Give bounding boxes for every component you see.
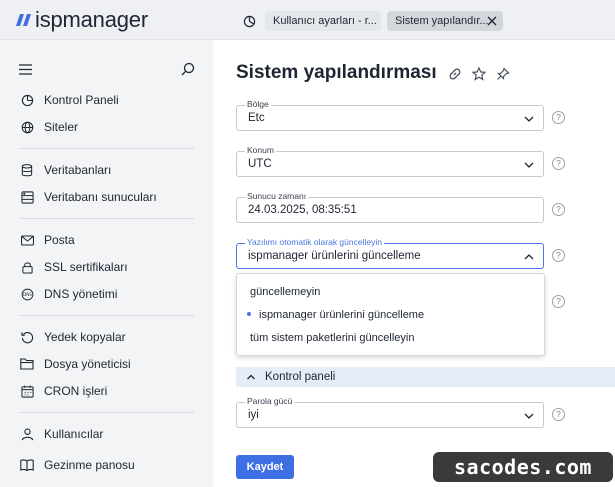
- watermark: sacodes.com: [433, 452, 613, 482]
- search-icon[interactable]: [181, 62, 195, 76]
- sidebar-item-cron[interactable]: CRON işleri: [20, 380, 200, 402]
- dns-icon: DNS: [20, 287, 34, 301]
- help-icon[interactable]: ?: [552, 408, 565, 421]
- field-label: Sunucu zamanı: [245, 191, 309, 202]
- help-icon[interactable]: ?: [552, 249, 565, 262]
- option-label: ispmanager ürünlerini güncelleme: [259, 309, 425, 321]
- title-actions: [447, 66, 511, 82]
- section-control-panel[interactable]: Kontrol paneli: [236, 367, 615, 387]
- hamburger-menu-icon[interactable]: [19, 64, 32, 75]
- sidebar-item-file-manager[interactable]: Dosya yöneticisi: [20, 353, 200, 375]
- help-icon[interactable]: ?: [552, 111, 565, 124]
- dropdown-option[interactable]: tüm sistem paketlerini güncelleyin: [250, 332, 414, 344]
- section-title: Kontrol paneli: [265, 371, 336, 383]
- sidebar-item-sites[interactable]: Siteler: [20, 116, 200, 138]
- field-value: 24.03.2025, 08:35:51: [248, 204, 357, 216]
- field-value: UTC: [248, 158, 272, 170]
- sidebar-item-label: Kontrol Paneli: [44, 93, 119, 107]
- sidebar-item-label: Kullanıcılar: [44, 427, 104, 441]
- dropdown-option[interactable]: güncellemeyin: [250, 286, 320, 298]
- help-icon[interactable]: ?: [552, 203, 565, 216]
- pin-icon[interactable]: [495, 66, 511, 82]
- dropdown-option-selected[interactable]: ispmanager ürünlerini güncelleme: [247, 309, 424, 321]
- sidebar-item-label: Posta: [44, 233, 75, 247]
- sidebar-item-dashboard[interactable]: Kontrol Paneli: [20, 89, 200, 111]
- divider: [20, 412, 194, 413]
- sidebar-item-label: Siteler: [44, 120, 79, 134]
- field-label: Parola gücü: [245, 396, 295, 407]
- sidebar-item-label: Veritabanı sunucuları: [44, 190, 157, 204]
- star-icon[interactable]: [471, 66, 487, 82]
- top-bar: ispmanager Kullanıcı ayarları - r... Sis…: [0, 0, 615, 40]
- sidebar-item-users[interactable]: Kullanıcılar: [20, 423, 200, 445]
- svg-text:DNS: DNS: [23, 291, 32, 296]
- sidebar-item-label: Yedek kopyalar: [44, 330, 126, 344]
- option-label: tüm sistem paketlerini güncelleyin: [250, 332, 415, 344]
- sidebar-item-navigation-board[interactable]: Gezinme panosu: [20, 454, 200, 476]
- divider: [20, 315, 194, 316]
- field-label: Konum: [245, 145, 276, 156]
- sidebar-item-label: SSL sertifikaları: [44, 260, 128, 274]
- sidebar-item-databases[interactable]: Veritabanları: [20, 159, 200, 181]
- chevron-up-icon: [524, 254, 534, 260]
- globe-icon: [20, 120, 34, 134]
- page-title: Sistem yapılandırması: [236, 62, 437, 83]
- field-value: iyi: [248, 409, 259, 421]
- mail-icon: [20, 233, 34, 247]
- logo[interactable]: ispmanager: [16, 7, 148, 33]
- sidebar-item-database-servers[interactable]: Veritabanı sunucuları: [20, 186, 200, 208]
- chevron-up-icon: [247, 374, 255, 380]
- tab-label: Kullanıcı ayarları - r...: [273, 15, 377, 27]
- calendar-icon: [20, 384, 34, 398]
- brand-name: ispmanager: [35, 7, 148, 32]
- sidebar-item-label: Gezinme panosu: [44, 458, 135, 472]
- backup-icon: [20, 330, 34, 344]
- close-icon[interactable]: [486, 15, 498, 27]
- password-strength-select[interactable]: Parola gücü iyi: [236, 396, 544, 428]
- sidebar-item-label: Veritabanları: [44, 163, 112, 177]
- database-icon: [20, 163, 34, 177]
- sidebar-item-mail[interactable]: Posta: [20, 229, 200, 251]
- lock-icon: [20, 260, 34, 274]
- main-content: Sistem yapılandırması Bölge Etc ? Konum …: [213, 40, 615, 487]
- field-value: Etc: [248, 112, 265, 124]
- user-icon: [20, 427, 34, 441]
- tab-user-settings[interactable]: Kullanıcı ayarları - r...: [265, 11, 381, 31]
- chevron-down-icon: [524, 162, 534, 168]
- link-icon[interactable]: [447, 66, 463, 82]
- chevron-down-icon: [524, 413, 534, 419]
- sidebar-item-dns[interactable]: DNS DNS yönetimi: [20, 283, 200, 305]
- sidebar-item-label: Dosya yöneticisi: [44, 357, 131, 371]
- help-icon[interactable]: ?: [552, 295, 565, 308]
- auto-update-dropdown: güncellemeyin ispmanager ürünlerini günc…: [236, 273, 545, 356]
- tab-system-config[interactable]: Sistem yapılandır...: [387, 11, 503, 31]
- sidebar-item-ssl[interactable]: SSL sertifikaları: [20, 256, 200, 278]
- folder-icon: [20, 357, 34, 371]
- tab-label: Sistem yapılandır...: [395, 15, 489, 27]
- field-value: ispmanager ürünlerini güncelleme: [248, 250, 421, 262]
- dashboard-icon: [20, 93, 34, 107]
- divider: [20, 218, 194, 219]
- field-label: Yazılımı otomatik olarak güncelleyin: [245, 237, 384, 248]
- logo-mark-icon: [16, 14, 31, 26]
- sidebar-item-backups[interactable]: Yedek kopyalar: [20, 326, 200, 348]
- region-select[interactable]: Bölge Etc: [236, 99, 544, 131]
- auto-update-select[interactable]: Yazılımı otomatik olarak güncelleyin isp…: [236, 237, 544, 269]
- sidebar-item-label: CRON işleri: [44, 384, 108, 398]
- divider: [20, 148, 194, 149]
- help-icon[interactable]: ?: [552, 157, 565, 170]
- selected-bullet-icon: [247, 312, 251, 317]
- chevron-down-icon: [524, 116, 534, 122]
- sidebar: Kontrol Paneli Siteler Veritabanları Ver…: [0, 40, 213, 487]
- option-label: güncellemeyin: [250, 286, 321, 298]
- location-select[interactable]: Konum UTC: [236, 145, 544, 177]
- server-time-field[interactable]: Sunucu zamanı 24.03.2025, 08:35:51: [236, 191, 544, 223]
- field-label: Bölge: [245, 99, 271, 110]
- history-icon[interactable]: [238, 11, 260, 31]
- book-icon: [20, 458, 34, 472]
- save-button[interactable]: Kaydet: [236, 455, 294, 479]
- database-server-icon: [20, 190, 34, 204]
- sidebar-item-label: DNS yönetimi: [44, 287, 118, 301]
